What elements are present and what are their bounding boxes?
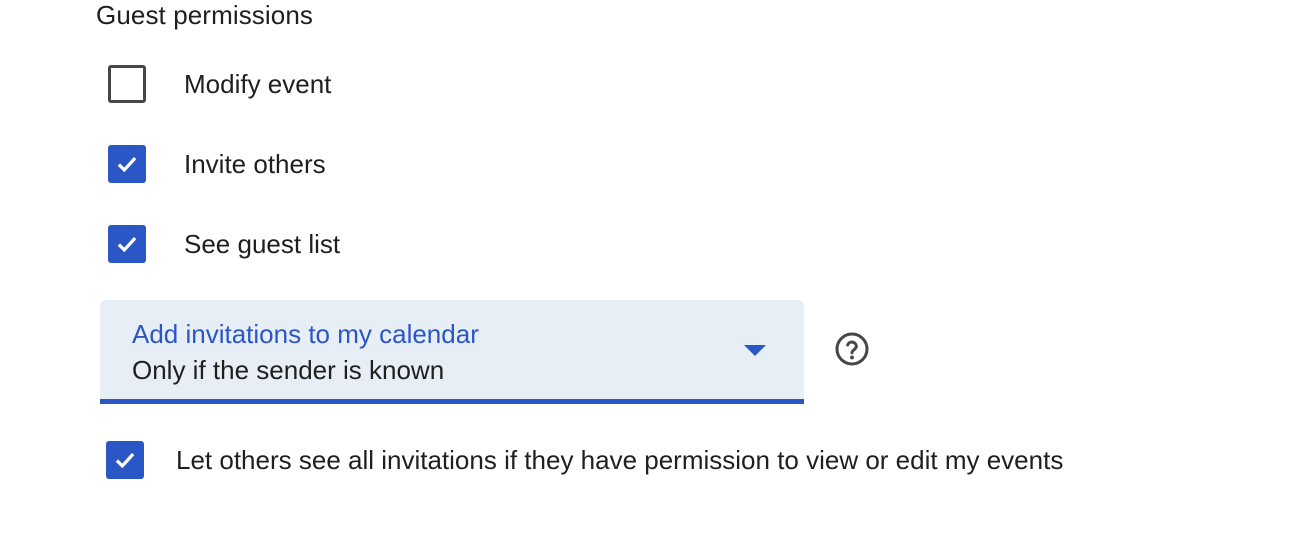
help-circle-icon[interactable]: [834, 331, 870, 367]
let-others-see-invitations-checkbox[interactable]: [106, 441, 144, 479]
guest-permissions-panel: Guest permissions Modify event Invite ot…: [0, 0, 1300, 542]
checkmark-icon: [117, 236, 137, 253]
checkmark-icon: [115, 452, 135, 469]
see-guest-list-checkbox[interactable]: [108, 225, 146, 263]
let-others-see-invitations-label: Let others see all invitations if they h…: [176, 445, 1064, 475]
see-guest-list-option[interactable]: See guest list: [108, 224, 340, 264]
checkmark-icon: [117, 156, 137, 173]
dropdown-selected-value: Only if the sender is known: [132, 355, 445, 385]
modify-event-label: Modify event: [184, 69, 332, 99]
add-invitations-dropdown[interactable]: Add invitations to my calendar Only if t…: [100, 300, 804, 404]
section-title: Guest permissions: [96, 0, 313, 30]
modify-event-option[interactable]: Modify event: [108, 64, 331, 104]
chevron-down-icon: [744, 345, 766, 356]
modify-event-checkbox[interactable]: [108, 65, 146, 103]
invite-others-checkbox[interactable]: [108, 145, 146, 183]
invite-others-option[interactable]: Invite others: [108, 144, 326, 184]
invite-others-label: Invite others: [184, 149, 326, 179]
see-guest-list-label: See guest list: [184, 229, 341, 259]
dropdown-label: Add invitations to my calendar: [132, 319, 479, 349]
let-others-see-invitations-option[interactable]: Let others see all invitations if they h…: [106, 440, 1063, 480]
